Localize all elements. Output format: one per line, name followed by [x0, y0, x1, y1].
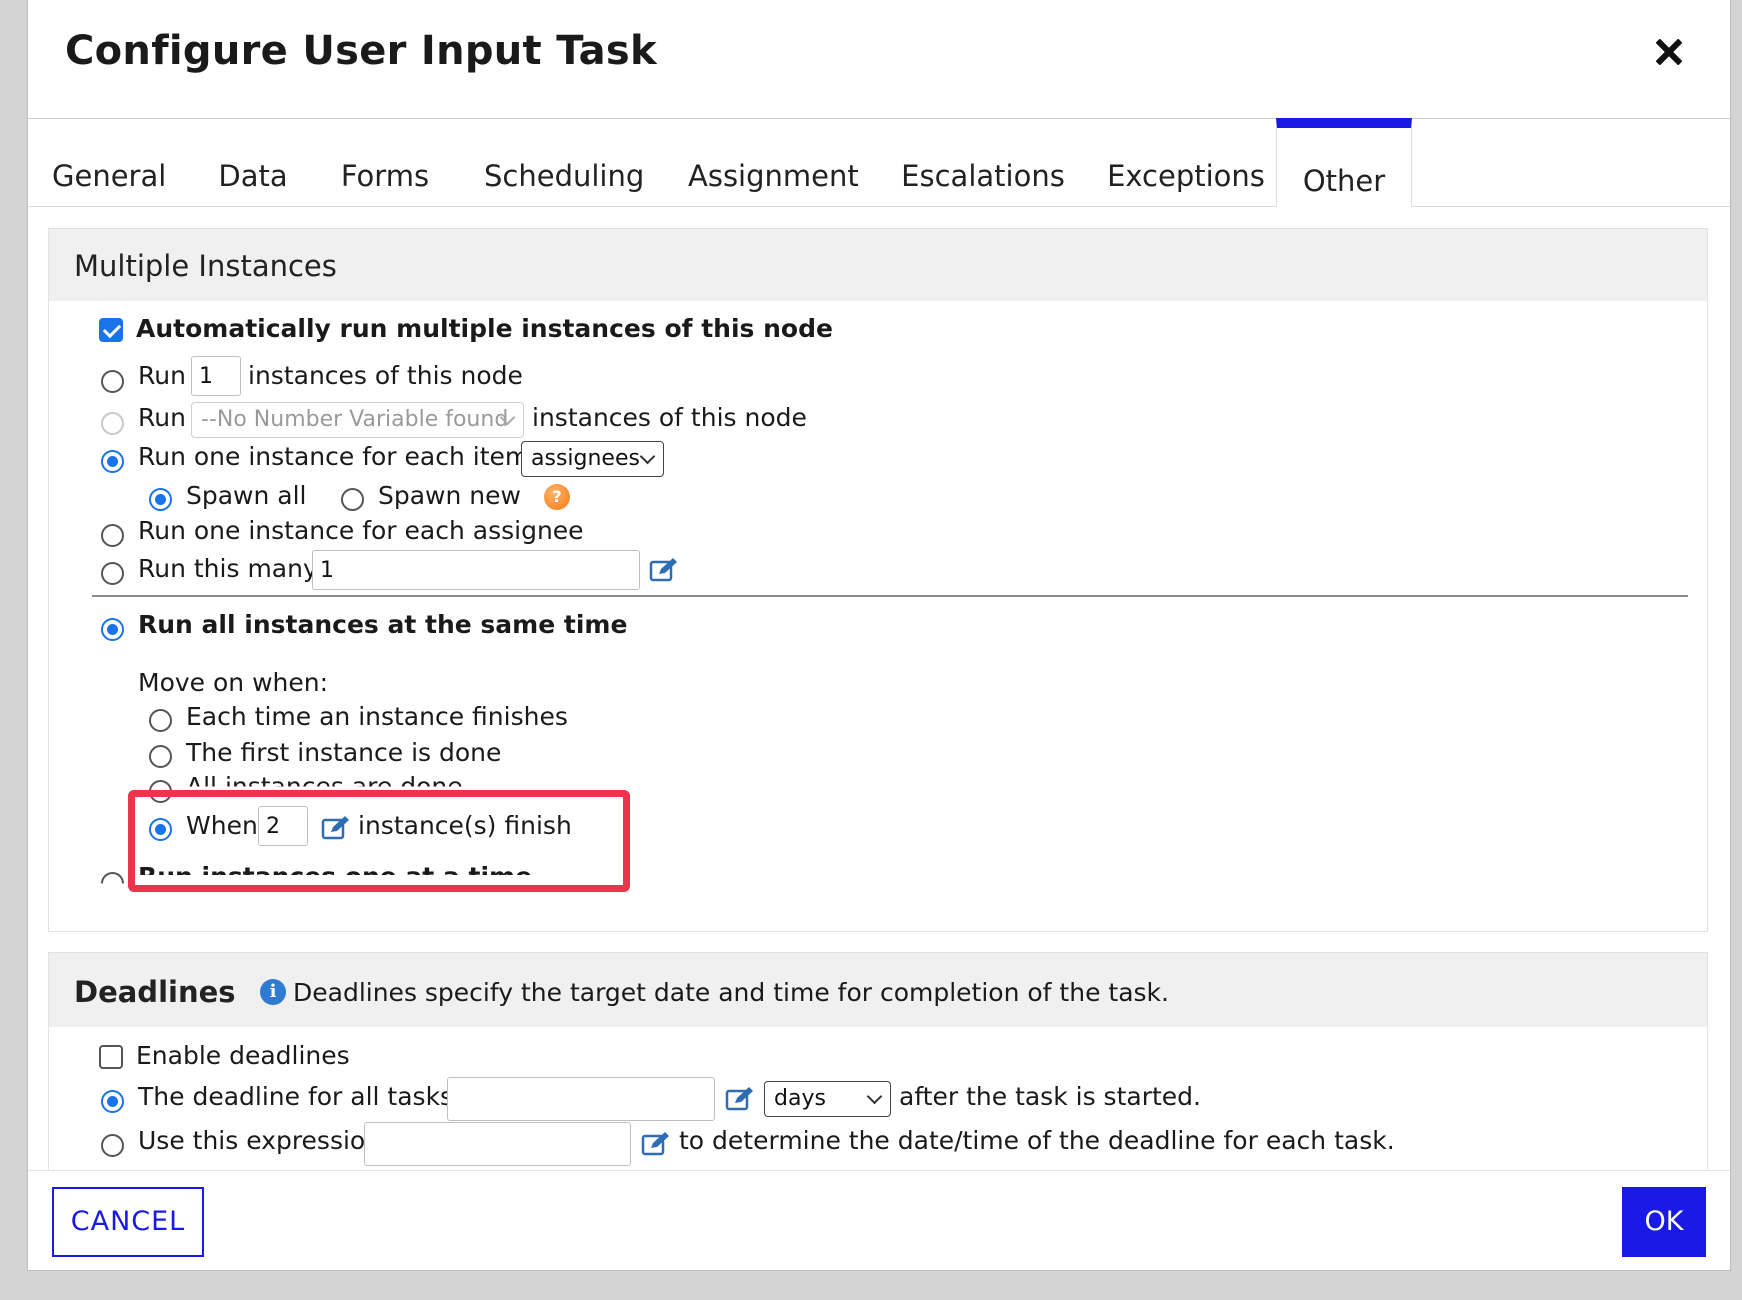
run-this-many-label: Run this many:: [138, 554, 325, 583]
run-this-many-radio[interactable]: [101, 562, 124, 585]
spawn-new-label: Spawn new: [378, 481, 521, 510]
run-each-assignee-label: Run one instance for each assignee: [138, 516, 584, 545]
dialog-footer: CANCEL OK: [28, 1170, 1730, 1270]
auto-run-label: Automatically run multiple instances of …: [136, 314, 833, 343]
tab-exceptions[interactable]: Exceptions: [1103, 118, 1269, 206]
configure-task-dialog: Configure User Input Task General Data F…: [27, 0, 1731, 1271]
chevron-down-icon: [866, 1088, 883, 1105]
run-fixed-suffix: instances of this node: [248, 361, 523, 390]
edit-icon[interactable]: [725, 1085, 755, 1113]
first-done-radio[interactable]: [149, 745, 172, 768]
each-item-select-value: assignees: [531, 446, 640, 471]
number-variable-select: --No Number Variable found: [191, 402, 524, 438]
tab-forms[interactable]: Forms: [340, 118, 430, 206]
use-expression-label: Use this expression: [138, 1126, 382, 1155]
run-same-time-radio[interactable]: [101, 618, 124, 641]
multiple-instances-title: Multiple Instances: [74, 249, 337, 283]
cancel-button[interactable]: CANCEL: [52, 1187, 204, 1257]
when-prefix: When: [186, 811, 258, 840]
run-each-item-radio[interactable]: [101, 450, 124, 473]
multiple-instances-header: Multiple Instances: [49, 229, 1707, 301]
deadlines-info-text: Deadlines specify the target date and ti…: [293, 978, 1169, 1007]
use-expression-suffix: to determine the date/time of the deadli…: [679, 1126, 1395, 1155]
run-each-item-label: Run one instance for each item in: [138, 442, 560, 471]
help-icon[interactable]: ?: [544, 484, 570, 510]
use-expression-radio[interactable]: [101, 1134, 124, 1157]
tab-other[interactable]: Other: [1276, 118, 1412, 207]
edit-icon[interactable]: [649, 556, 679, 584]
all-done-radio[interactable]: [149, 780, 172, 803]
tab-scheduling[interactable]: Scheduling: [484, 118, 644, 206]
deadline-amount-input[interactable]: [447, 1077, 715, 1121]
deadline-all-suffix: after the task is started.: [899, 1082, 1201, 1111]
chevron-down-icon: [639, 448, 656, 465]
dialog-header: Configure User Input Task: [28, 0, 1730, 119]
tab-escalations[interactable]: Escalations: [900, 118, 1066, 206]
move-on-when-label: Move on when:: [138, 668, 329, 697]
dialog-title: Configure User Input Task: [65, 28, 657, 74]
spawn-new-radio[interactable]: [341, 488, 364, 511]
number-variable-select-value: --No Number Variable found: [201, 407, 509, 432]
tab-general[interactable]: General: [52, 118, 166, 206]
tab-assignment[interactable]: Assignment: [688, 118, 859, 206]
each-item-select[interactable]: assignees: [521, 441, 664, 477]
deadline-all-label: The deadline for all tasks is: [138, 1082, 481, 1111]
run-this-many-input[interactable]: 1: [312, 550, 640, 590]
info-icon: i: [260, 979, 286, 1005]
spawn-all-label: Spawn all: [186, 481, 307, 510]
ok-button[interactable]: OK: [1622, 1187, 1706, 1257]
enable-deadlines-checkbox[interactable]: [99, 1045, 123, 1069]
each-finishes-label: Each time an instance finishes: [186, 702, 568, 731]
when-count-input[interactable]: 2: [258, 806, 308, 846]
run-variable-suffix: instances of this node: [532, 403, 807, 432]
first-done-label: The first instance is done: [186, 738, 502, 767]
deadlines-header: Deadlines i Deadlines specify the target…: [49, 953, 1707, 1027]
deadlines-title: Deadlines: [74, 975, 236, 1009]
auto-run-checkbox[interactable]: [99, 318, 123, 342]
run-same-time-label: Run all instances at the same time: [138, 610, 628, 639]
tab-data[interactable]: Data: [218, 118, 288, 206]
enable-deadlines-label: Enable deadlines: [136, 1041, 350, 1070]
deadline-all-radio[interactable]: [101, 1090, 124, 1113]
deadline-unit-select-value: days: [774, 1086, 826, 1111]
run-variable-prefix: Run: [138, 403, 186, 432]
run-each-assignee-radio[interactable]: [101, 524, 124, 547]
tab-bar: General Data Forms Scheduling Assignment…: [28, 118, 1730, 207]
section-divider: [92, 595, 1688, 597]
close-icon[interactable]: [1646, 30, 1690, 74]
run-variable-radio: [101, 412, 124, 435]
spawn-all-radio[interactable]: [149, 488, 172, 511]
when-suffix: instance(s) finish: [358, 811, 572, 840]
each-finishes-radio[interactable]: [149, 709, 172, 732]
run-fixed-count-input[interactable]: 1: [191, 356, 241, 396]
run-fixed-prefix: Run: [138, 361, 186, 390]
run-fixed-radio[interactable]: [101, 370, 124, 393]
edit-icon[interactable]: [641, 1130, 671, 1158]
edit-icon[interactable]: [321, 814, 351, 842]
deadline-unit-select[interactable]: days: [764, 1081, 891, 1117]
expression-input[interactable]: [364, 1122, 631, 1166]
when-count-radio[interactable]: [149, 818, 172, 841]
